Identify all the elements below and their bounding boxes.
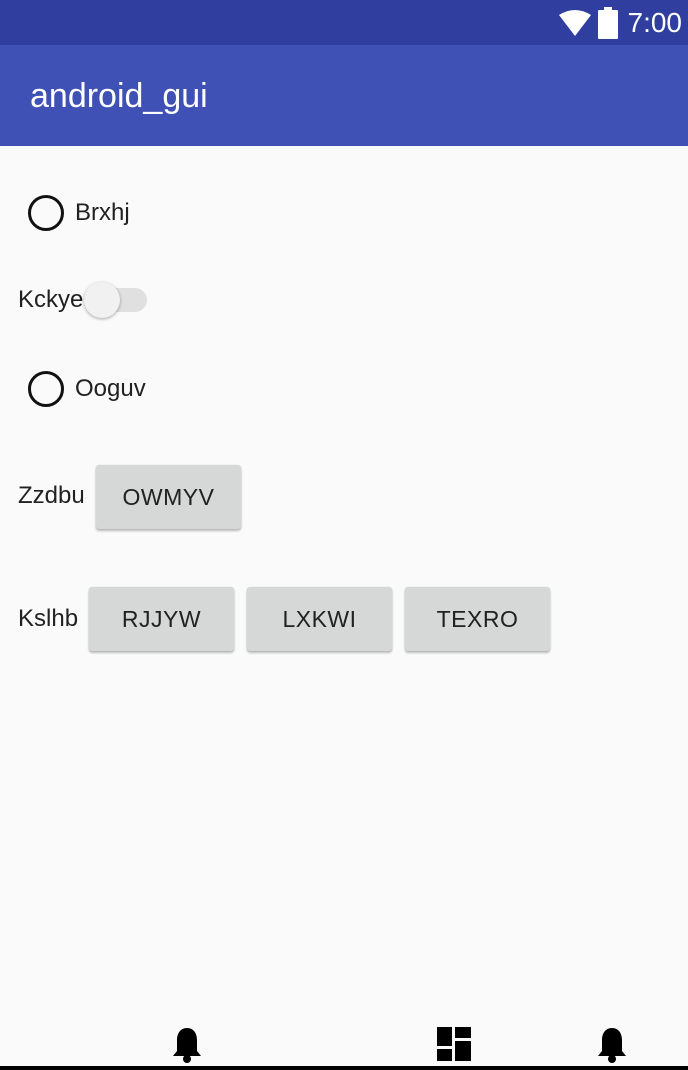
content-area: Brxhj Kckye Ooguv Zzdbu OWMYV Kslhb RJJY… [0, 146, 688, 1016]
radio-ooguv-label: Ooguv [75, 375, 146, 402]
nav-bar [0, 1016, 688, 1070]
switch-thumb [84, 282, 120, 318]
status-time: 7:00 [627, 6, 683, 38]
bell-icon[interactable] [171, 1026, 203, 1064]
dashboard-icon[interactable] [437, 1027, 471, 1061]
texro-button[interactable]: TEXRO [405, 587, 550, 651]
rjjyw-button[interactable]: RJJYW [89, 587, 234, 651]
status-bar: 7:00 [0, 0, 688, 45]
status-icons: 7:00 [558, 0, 683, 45]
switch-kckye[interactable] [84, 282, 154, 318]
wifi-icon [558, 9, 591, 36]
radio-brxhj-label: Brxhj [75, 199, 130, 226]
row-zzdbu-label: Zzdbu [18, 482, 85, 509]
nav-divider [0, 1066, 688, 1070]
battery-icon [597, 6, 618, 39]
radio-unchecked-icon [28, 371, 64, 407]
bell-icon[interactable] [596, 1026, 628, 1064]
row-kslhb-label: Kslhb [18, 605, 79, 632]
app-title: android_gui [30, 77, 208, 115]
radio-brxhj[interactable]: Brxhj [28, 195, 130, 231]
switch-kckye-label: Kckye [18, 286, 84, 313]
radio-ooguv[interactable]: Ooguv [28, 371, 146, 407]
owmyv-button[interactable]: OWMYV [96, 465, 241, 529]
app-bar: android_gui [0, 45, 688, 146]
lxkwi-button[interactable]: LXKWI [247, 587, 392, 651]
radio-unchecked-icon [28, 195, 64, 231]
